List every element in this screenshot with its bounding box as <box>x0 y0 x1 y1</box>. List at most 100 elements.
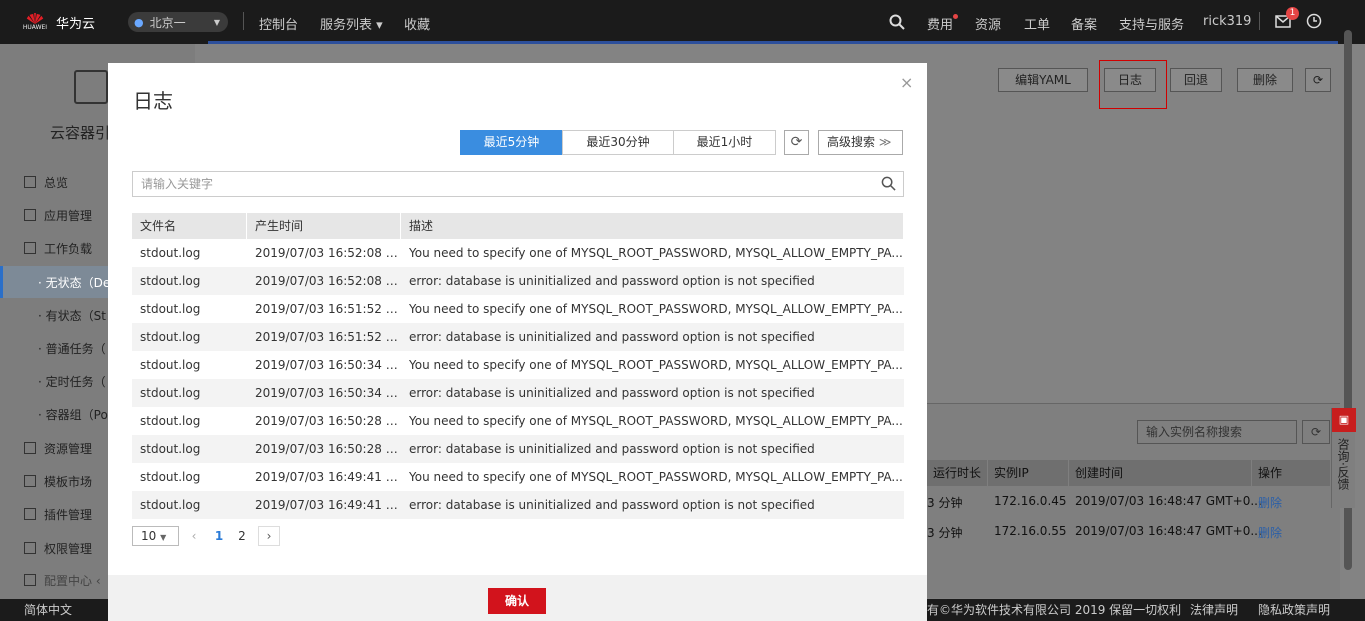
table-row: stdout.log 2019/07/03 16:49:41 G... You ne… <box>132 463 904 491</box>
sidebar-subitem-deployments[interactable]: · 无状态（De <box>38 274 110 291</box>
alert-dot <box>953 14 959 19</box>
cell-description: You need to specify one of MYSQL_ROOT_PA… <box>409 246 903 260</box>
cell-time: 2019/07/03 16:52:08 G... <box>255 246 401 260</box>
cell-description: error: database is uninitialized and pas… <box>409 498 815 512</box>
search-icon[interactable] <box>889 14 905 30</box>
region-selector[interactable]: ● 北京一 ▼ <box>128 12 228 32</box>
nav-favorites[interactable]: 收藏 <box>404 14 430 33</box>
range-1hour-tab[interactable]: 最近1小时 <box>673 130 776 155</box>
feedback-label: 咨询·反馈 <box>1336 438 1350 490</box>
cell-description: error: database is uninitialized and pas… <box>409 442 815 456</box>
sidebar-subitem-cronjobs[interactable]: · 定时任务（ <box>38 373 106 390</box>
delete-button[interactable]: 删除 <box>1237 68 1293 92</box>
page-size-select[interactable]: 10 ▼ <box>132 526 179 546</box>
sidebar-item-templates[interactable]: 模板市场 <box>24 473 92 490</box>
row-delete-link[interactable]: 删除 <box>1258 524 1282 541</box>
nav-support[interactable]: 支持与服务 <box>1119 14 1184 33</box>
nav-console[interactable]: 控制台 <box>259 14 298 33</box>
instance-search-input[interactable]: 输入实例名称搜索 <box>1137 420 1297 444</box>
next-page-icon[interactable]: › <box>258 526 280 546</box>
nav-tickets[interactable]: 工单 <box>1024 14 1050 33</box>
col-time: 产生时间 <box>247 213 401 239</box>
sidebar-subitem-statefulsets[interactable]: · 有状态（St <box>38 307 106 324</box>
cell-filename: stdout.log <box>140 414 201 428</box>
cell-time: 2019/07/03 16:50:28 G... <box>255 442 401 456</box>
refresh-icon[interactable]: ⟳ <box>784 130 809 155</box>
nav-billing[interactable]: 费用 <box>927 14 959 33</box>
row-delete-link[interactable]: 删除 <box>1258 494 1282 511</box>
cell-description: error: database is uninitialized and pas… <box>409 386 815 400</box>
cell-filename: stdout.log <box>140 358 201 372</box>
edit-yaml-button[interactable]: 编辑YAML <box>998 68 1088 92</box>
nav-resources[interactable]: 资源 <box>975 14 1001 33</box>
sidebar-item-overview[interactable]: 总览 <box>24 174 68 191</box>
advanced-search-button[interactable]: 高级搜索 ≫ <box>818 130 903 155</box>
cell-filename: stdout.log <box>140 274 201 288</box>
double-chevron-down-icon: ≫ <box>878 135 892 149</box>
cell-time: 2019/07/03 16:52:08 G... <box>255 274 401 288</box>
col-filename: 文件名 <box>132 213 247 239</box>
sidebar-item-resources[interactable]: 资源管理 <box>24 440 92 457</box>
config-icon <box>24 574 36 586</box>
message-count-badge: 1 <box>1286 7 1299 20</box>
user-icon <box>24 542 36 554</box>
search-icon[interactable] <box>881 176 896 191</box>
copyright: 有©华为软件技术有限公司 2019 保留一切权利 <box>927 603 1182 617</box>
table-row: stdout.log 2019/07/03 16:50:28 G... error:… <box>132 435 904 463</box>
row-runtime: 3 分钟 <box>927 526 963 540</box>
nav-username[interactable]: rick319 <box>1203 14 1251 29</box>
plugin-icon <box>24 508 36 520</box>
cell-filename: stdout.log <box>140 386 201 400</box>
dropdown-arrow-icon: ▼ <box>213 17 220 27</box>
col-description: 描述 <box>401 213 904 239</box>
prev-page-icon[interactable]: ‹ <box>184 526 204 546</box>
sidebar-item-config[interactable]: 配置中心 ‹ <box>24 572 101 589</box>
refresh-icon[interactable]: ⟳ <box>1305 68 1331 92</box>
cell-time: 2019/07/03 16:50:28 G... <box>255 414 401 428</box>
sidebar-subitem-pods[interactable]: · 容器组（Po <box>38 406 108 423</box>
divider <box>1259 12 1260 30</box>
divider <box>243 12 244 30</box>
cell-time: 2019/07/03 16:49:41 G... <box>255 498 401 512</box>
sidebar-item-permissions[interactable]: 权限管理 <box>24 540 92 557</box>
rollback-button[interactable]: 回退 <box>1170 68 1222 92</box>
keyword-search-input[interactable]: 请输入关键字 <box>132 171 904 197</box>
page-1[interactable]: 1 <box>209 526 229 546</box>
workload-icon <box>24 242 36 254</box>
nav-service-list[interactable]: 服务列表 ▾ <box>320 14 383 33</box>
row-created: 2019/07/03 16:48:47 GMT+0... <box>1075 524 1262 538</box>
table-row: stdout.log 2019/07/03 16:50:28 G... You ne… <box>132 407 904 435</box>
confirm-button[interactable]: 确认 <box>488 588 546 614</box>
cell-description: You need to specify one of MYSQL_ROOT_PA… <box>409 358 903 372</box>
chat-icon: ▣ <box>1332 408 1356 432</box>
app-icon <box>24 209 36 221</box>
clock-icon[interactable] <box>1306 13 1322 29</box>
cell-description: error: database is uninitialized and pas… <box>409 330 815 344</box>
sidebar-item-workloads[interactable]: 工作负载 <box>24 240 92 257</box>
range-30min-tab[interactable]: 最近30分钟 <box>562 130 674 155</box>
feedback-widget[interactable]: ▣ 咨询·反馈 <box>1331 408 1356 508</box>
range-5min-tab[interactable]: 最近5分钟 <box>460 130 563 155</box>
brand-name: 华为云 <box>56 16 96 32</box>
dashboard-icon <box>24 176 36 188</box>
row-ip: 172.16.0.55 <box>994 524 1067 538</box>
nav-filing[interactable]: 备案 <box>1071 14 1097 33</box>
language-switch[interactable]: 简体中文 <box>24 599 72 621</box>
table-body: stdout.log 2019/07/03 16:52:08 G... You ne… <box>132 239 904 519</box>
log-dialog: 日志 × 最近5分钟 最近30分钟 最近1小时 ⟳ 高级搜索 ≫ 请输入关键字 … <box>108 63 927 621</box>
privacy-link[interactable]: 隐私政策声明 <box>1258 599 1330 621</box>
sidebar-subitem-jobs[interactable]: · 普通任务（ <box>38 340 106 357</box>
cell-filename: stdout.log <box>140 246 201 260</box>
huawei-logo[interactable]: HUAWEI 华为云 <box>0 0 110 44</box>
sidebar-item-addons[interactable]: 插件管理 <box>24 506 92 523</box>
cell-description: You need to specify one of MYSQL_ROOT_PA… <box>409 302 903 316</box>
instance-refresh-icon[interactable]: ⟳ <box>1302 420 1330 444</box>
close-icon[interactable]: × <box>900 73 913 92</box>
legal-link[interactable]: 法律声明 <box>1190 599 1238 621</box>
row-created: 2019/07/03 16:48:47 GMT+0... <box>1075 494 1262 508</box>
dialog-footer: 确认 <box>108 575 927 621</box>
table-row: stdout.log 2019/07/03 16:51:52 G... error:… <box>132 323 904 351</box>
page-2[interactable]: 2 <box>232 526 252 546</box>
sidebar-item-app-management[interactable]: 应用管理 <box>24 207 92 224</box>
cell-filename: stdout.log <box>140 442 201 456</box>
